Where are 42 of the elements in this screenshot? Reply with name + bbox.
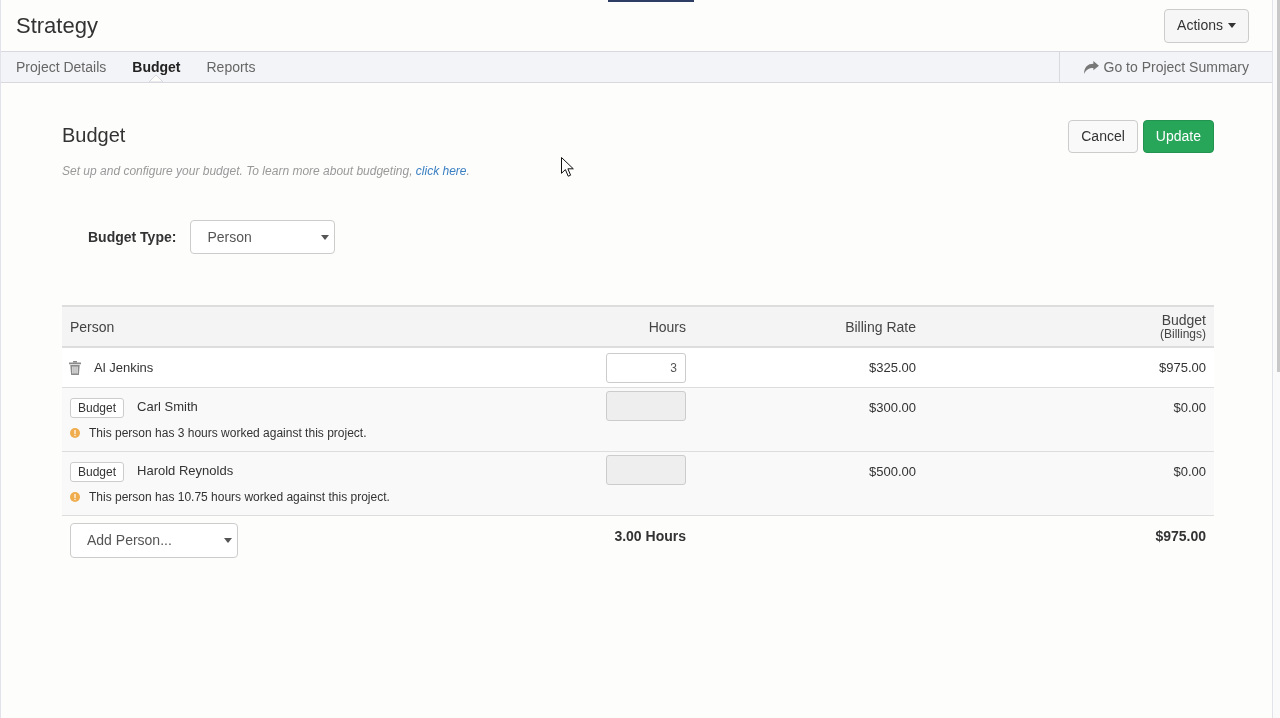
column-header: Billing Rate (845, 319, 916, 334)
billing-rate: $325.00 (869, 358, 916, 377)
column-header: Hours (648, 319, 686, 334)
person-name: Harold Reynolds (137, 462, 234, 481)
section-heading: Budget (62, 123, 126, 147)
total-hours: 3.00 Hours (614, 527, 686, 546)
exclamation-circle-icon (70, 492, 80, 502)
budget-person-button[interactable]: Budget (70, 462, 125, 482)
budget-description: Set up and configure your budget. To learn more about budgeting, click here. (62, 163, 470, 179)
budget-type-label: Budget Type: (88, 227, 177, 247)
hours-warning: This person has 3 hours worked against this project. (89, 425, 367, 442)
tab[interactable]: Reports (206, 52, 256, 82)
person-name: Carl Smith (137, 398, 198, 417)
hours-warning: This person has 10.75 hours worked against this project. (89, 489, 390, 506)
page-title: Strategy (16, 14, 98, 37)
actions-button[interactable]: Actions (1164, 8, 1249, 43)
exclamation-circle-icon (70, 428, 80, 438)
column-subheader: (Billings) (1160, 326, 1206, 341)
budget-amount: $0.00 (1173, 399, 1206, 417)
budget-type-select[interactable]: Person (190, 220, 336, 254)
caret-icon (224, 538, 232, 543)
tab[interactable]: Project Details (16, 52, 107, 82)
caret-icon (1228, 23, 1236, 28)
total-budget: $975.00 (1155, 527, 1206, 546)
column-header: Budget (1161, 312, 1206, 327)
column-header: Person (70, 319, 115, 334)
person-name: Al Jenkins (94, 358, 154, 377)
trash-icon[interactable] (69, 360, 81, 375)
budget-amount: $975.00 (1159, 358, 1206, 377)
cancel-button[interactable]: Cancel (1068, 120, 1138, 153)
add-person-select[interactable]: Add Person... (70, 523, 238, 558)
tab[interactable]: Budget (132, 52, 181, 82)
billing-rate: $300.00 (869, 399, 916, 417)
hours-input[interactable]: 3 (606, 352, 686, 383)
caret-icon (321, 234, 330, 240)
billing-rate: $500.00 (869, 463, 916, 481)
curved-arrow-icon (1083, 60, 1099, 74)
budget-amount: $0.00 (1173, 463, 1206, 481)
mouse-pointer-icon (561, 157, 574, 177)
help-link[interactable]: click here (415, 164, 467, 178)
project-summary-link[interactable]: Go to Project Summary (1083, 56, 1249, 78)
budget-person-button[interactable]: Budget (70, 398, 125, 418)
